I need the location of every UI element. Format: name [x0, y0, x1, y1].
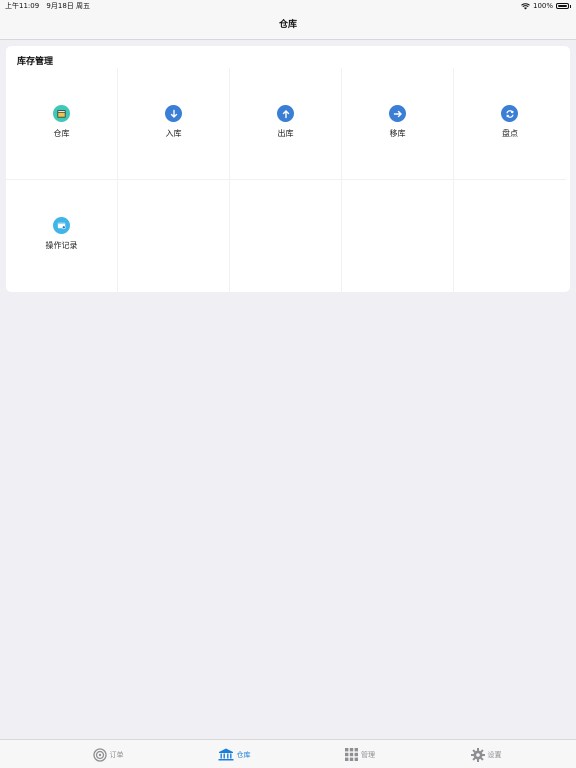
grid-item-warehouse[interactable]: 仓库	[6, 68, 118, 180]
arrow-down-icon	[165, 105, 182, 122]
grid-item-empty	[118, 180, 230, 292]
tab-label: 管理	[361, 750, 375, 759]
tab-bar: 订单 仓库 管理 设置	[0, 739, 576, 768]
arrow-right-icon	[389, 105, 406, 122]
tab-label: 仓库	[236, 750, 251, 759]
grid-item-label: 移库	[389, 129, 406, 138]
target-icon	[92, 747, 107, 762]
page-title: 仓库	[278, 20, 297, 30]
grid-item-label: 操作记录	[45, 241, 78, 250]
grid-item-outbound[interactable]: 出库	[230, 68, 342, 180]
tab-orders[interactable]: 订单	[36, 740, 180, 768]
grid-item-label: 入库	[165, 129, 182, 138]
grid-item-operation-log[interactable]: 操作记录	[6, 180, 118, 292]
app-screen: 上午11:09 9月18日 周五 100% 仓库 库存管理 仓库 入库 出库 移…	[0, 0, 576, 768]
tab-label: 设置	[487, 750, 502, 759]
battery-icon	[556, 3, 569, 9]
grid-item-label: 仓库	[53, 129, 70, 138]
status-date: 9月18日 周五	[46, 2, 91, 10]
grid-item-inbound[interactable]: 入库	[118, 68, 230, 180]
arrow-up-icon	[277, 105, 294, 122]
wifi-icon	[521, 2, 530, 9]
tab-settings[interactable]: 设置	[414, 740, 558, 768]
battery-percent: 100%	[532, 2, 553, 10]
status-bar: 上午11:09 9月18日 周五 100%	[0, 0, 576, 12]
status-left: 上午11:09 9月18日 周五	[5, 0, 95, 12]
grid-item-empty	[230, 180, 342, 292]
warehouse-icon	[53, 105, 70, 122]
status-right: 100%	[521, 0, 571, 12]
bank-icon	[218, 748, 233, 761]
grid-item-transfer[interactable]: 移库	[342, 68, 454, 180]
function-grid: 仓库 入库 出库 移库 盘点 操作记录	[6, 68, 570, 292]
grid-item-empty	[342, 180, 454, 292]
battery-tip	[570, 4, 571, 8]
grid-item-label: 盘点	[502, 129, 518, 138]
section-title: 库存管理	[17, 57, 54, 67]
gear-icon	[470, 747, 485, 762]
navigation-bar: 仓库	[0, 12, 576, 40]
tab-label: 订单	[109, 750, 124, 759]
grid-item-label: 出库	[277, 129, 294, 138]
tab-warehouse[interactable]: 仓库	[162, 740, 306, 768]
grid-icon	[345, 748, 358, 761]
refresh-icon	[501, 105, 518, 122]
grid-item-stocktake[interactable]: 盘点	[454, 68, 566, 180]
inventory-card: 库存管理 仓库 入库 出库 移库 盘点 操作记录	[6, 46, 570, 292]
grid-item-empty	[454, 180, 566, 292]
status-time: 上午11:09	[5, 2, 40, 10]
record-icon	[53, 217, 70, 234]
tab-management[interactable]: 管理	[288, 740, 432, 768]
